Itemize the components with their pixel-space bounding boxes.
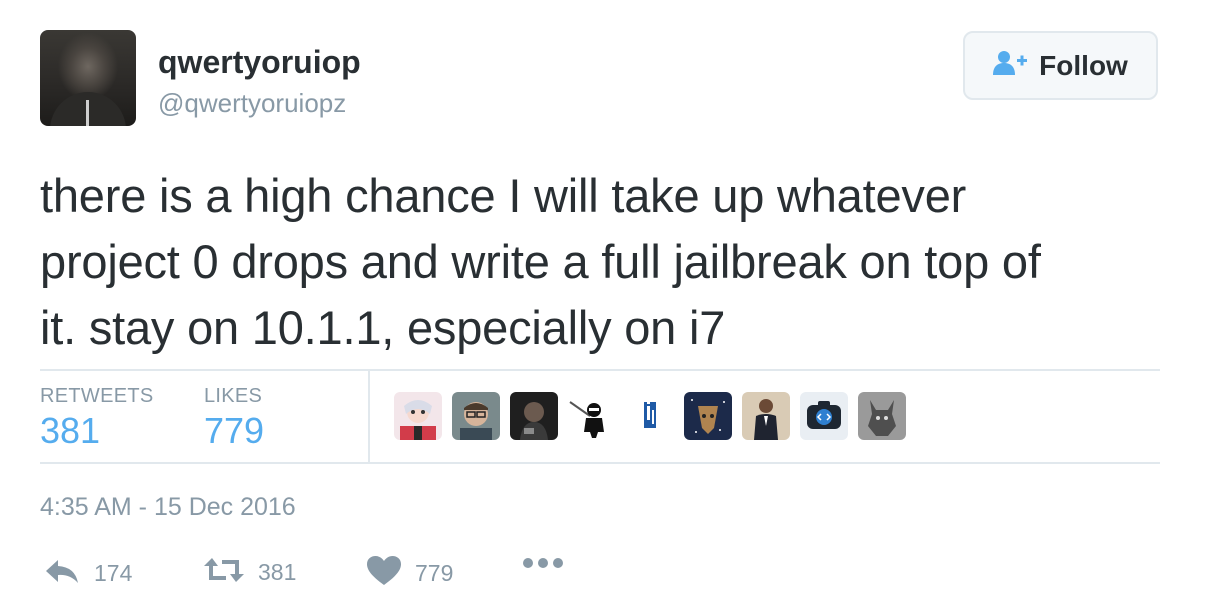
code-camera-avatar[interactable]: [800, 392, 848, 440]
follow-button[interactable]: Follow: [963, 31, 1158, 100]
retweets-count[interactable]: 381: [40, 410, 100, 452]
liker-avatars: [394, 392, 916, 440]
retweet-button[interactable]: 381: [204, 556, 296, 589]
author-handle[interactable]: @qwertyoruiopz: [158, 88, 346, 119]
retweet-count: 381: [258, 559, 297, 585]
more-dots-icon: [522, 556, 564, 575]
stats-separator: [368, 370, 370, 462]
like-button[interactable]: 779: [367, 556, 453, 591]
harley-quinn-avatar[interactable]: [394, 392, 442, 440]
likes-label: LIKES: [204, 385, 263, 407]
like-count: 779: [415, 560, 454, 586]
ninja-avatar[interactable]: [568, 392, 616, 440]
retweets-label: RETWEETS: [40, 385, 154, 407]
add-user-icon: [993, 50, 1029, 81]
retweet-icon: [204, 556, 244, 589]
heart-icon: [367, 556, 401, 591]
more-options-button[interactable]: [522, 556, 564, 575]
tweet-line: there is a high chance I will take up wh…: [40, 169, 967, 222]
author-avatar[interactable]: [40, 30, 136, 126]
follow-button-label: Follow: [1039, 49, 1128, 81]
reply-count: 174: [94, 560, 133, 586]
gray-creature-avatar[interactable]: [858, 392, 906, 440]
tweet-line: project 0 drops and write a full jailbre…: [40, 235, 1041, 288]
starry-face-avatar[interactable]: [684, 392, 732, 440]
tweet-text: there is a high chance I will take up wh…: [40, 163, 1190, 361]
stats-divider-bottom: [40, 462, 1160, 464]
likes-count[interactable]: 779: [204, 410, 264, 452]
tweet-timestamp[interactable]: 4:35 AM - 15 Dec 2016: [40, 493, 296, 522]
suited-man-avatar[interactable]: [742, 392, 790, 440]
blue-i-logo-avatar[interactable]: [626, 392, 674, 440]
glasses-man-avatar[interactable]: [452, 392, 500, 440]
reply-button[interactable]: 174: [44, 556, 132, 591]
tweet-line: it. stay on 10.1.1, especially on i7: [40, 301, 726, 354]
author-name[interactable]: qwertyoruiop: [158, 44, 361, 81]
dark-figure-avatar[interactable]: [510, 392, 558, 440]
stats-divider-top: [40, 369, 1160, 371]
reply-icon: [44, 556, 80, 591]
